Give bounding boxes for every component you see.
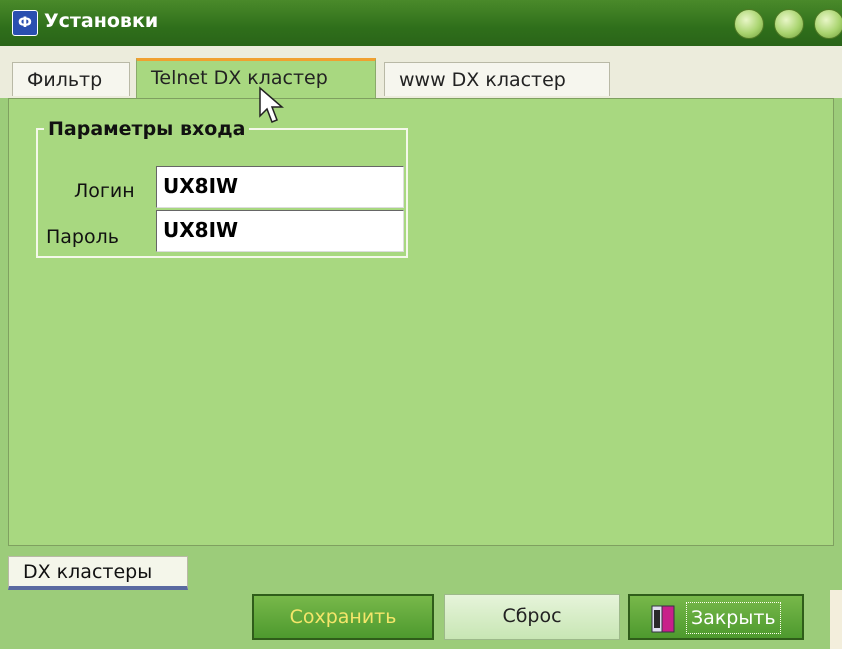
save-button[interactable]: Сохранить bbox=[252, 594, 434, 640]
tab-telnet-label: Telnet DX кластер bbox=[151, 67, 328, 89]
save-button-label: Сохранить bbox=[289, 606, 397, 628]
login-field[interactable]: UX8IW bbox=[156, 166, 404, 208]
right-edge-strip bbox=[830, 590, 842, 649]
reset-button[interactable]: Сброс bbox=[444, 594, 620, 640]
password-field[interactable]: UX8IW bbox=[156, 210, 404, 252]
tab-dx-clusters-label: DX кластеры bbox=[23, 561, 153, 583]
login-label: Логин bbox=[74, 180, 135, 202]
door-icon bbox=[651, 605, 675, 633]
title-bar[interactable]: Ф Установки bbox=[0, 0, 842, 47]
window-title: Установки bbox=[44, 10, 159, 32]
mouse-cursor-icon bbox=[259, 86, 284, 123]
maximize-button[interactable] bbox=[774, 9, 804, 39]
tab-filter-label: Фильтр bbox=[27, 69, 103, 91]
close-button-label: Закрыть bbox=[686, 602, 781, 634]
reset-button-label: Сброс bbox=[502, 605, 562, 627]
tab-www-label: www DX кластер bbox=[399, 69, 566, 91]
minimize-button[interactable] bbox=[734, 9, 764, 39]
app-icon: Ф bbox=[12, 10, 38, 36]
close-window-button[interactable] bbox=[814, 9, 842, 39]
login-params-title: Параметры входа bbox=[44, 118, 250, 140]
password-label: Пароль bbox=[46, 226, 119, 248]
tab-filter[interactable]: Фильтр bbox=[12, 62, 130, 96]
tab-www-dx-cluster[interactable]: www DX кластер bbox=[384, 62, 610, 96]
tab-dx-clusters[interactable]: DX кластеры bbox=[8, 556, 188, 590]
settings-window: Ф Установки Фильтр Telnet DX кластер www… bbox=[0, 0, 842, 649]
tab-telnet-dx-cluster[interactable]: Telnet DX кластер bbox=[136, 58, 376, 98]
close-button[interactable]: Закрыть bbox=[628, 594, 804, 640]
